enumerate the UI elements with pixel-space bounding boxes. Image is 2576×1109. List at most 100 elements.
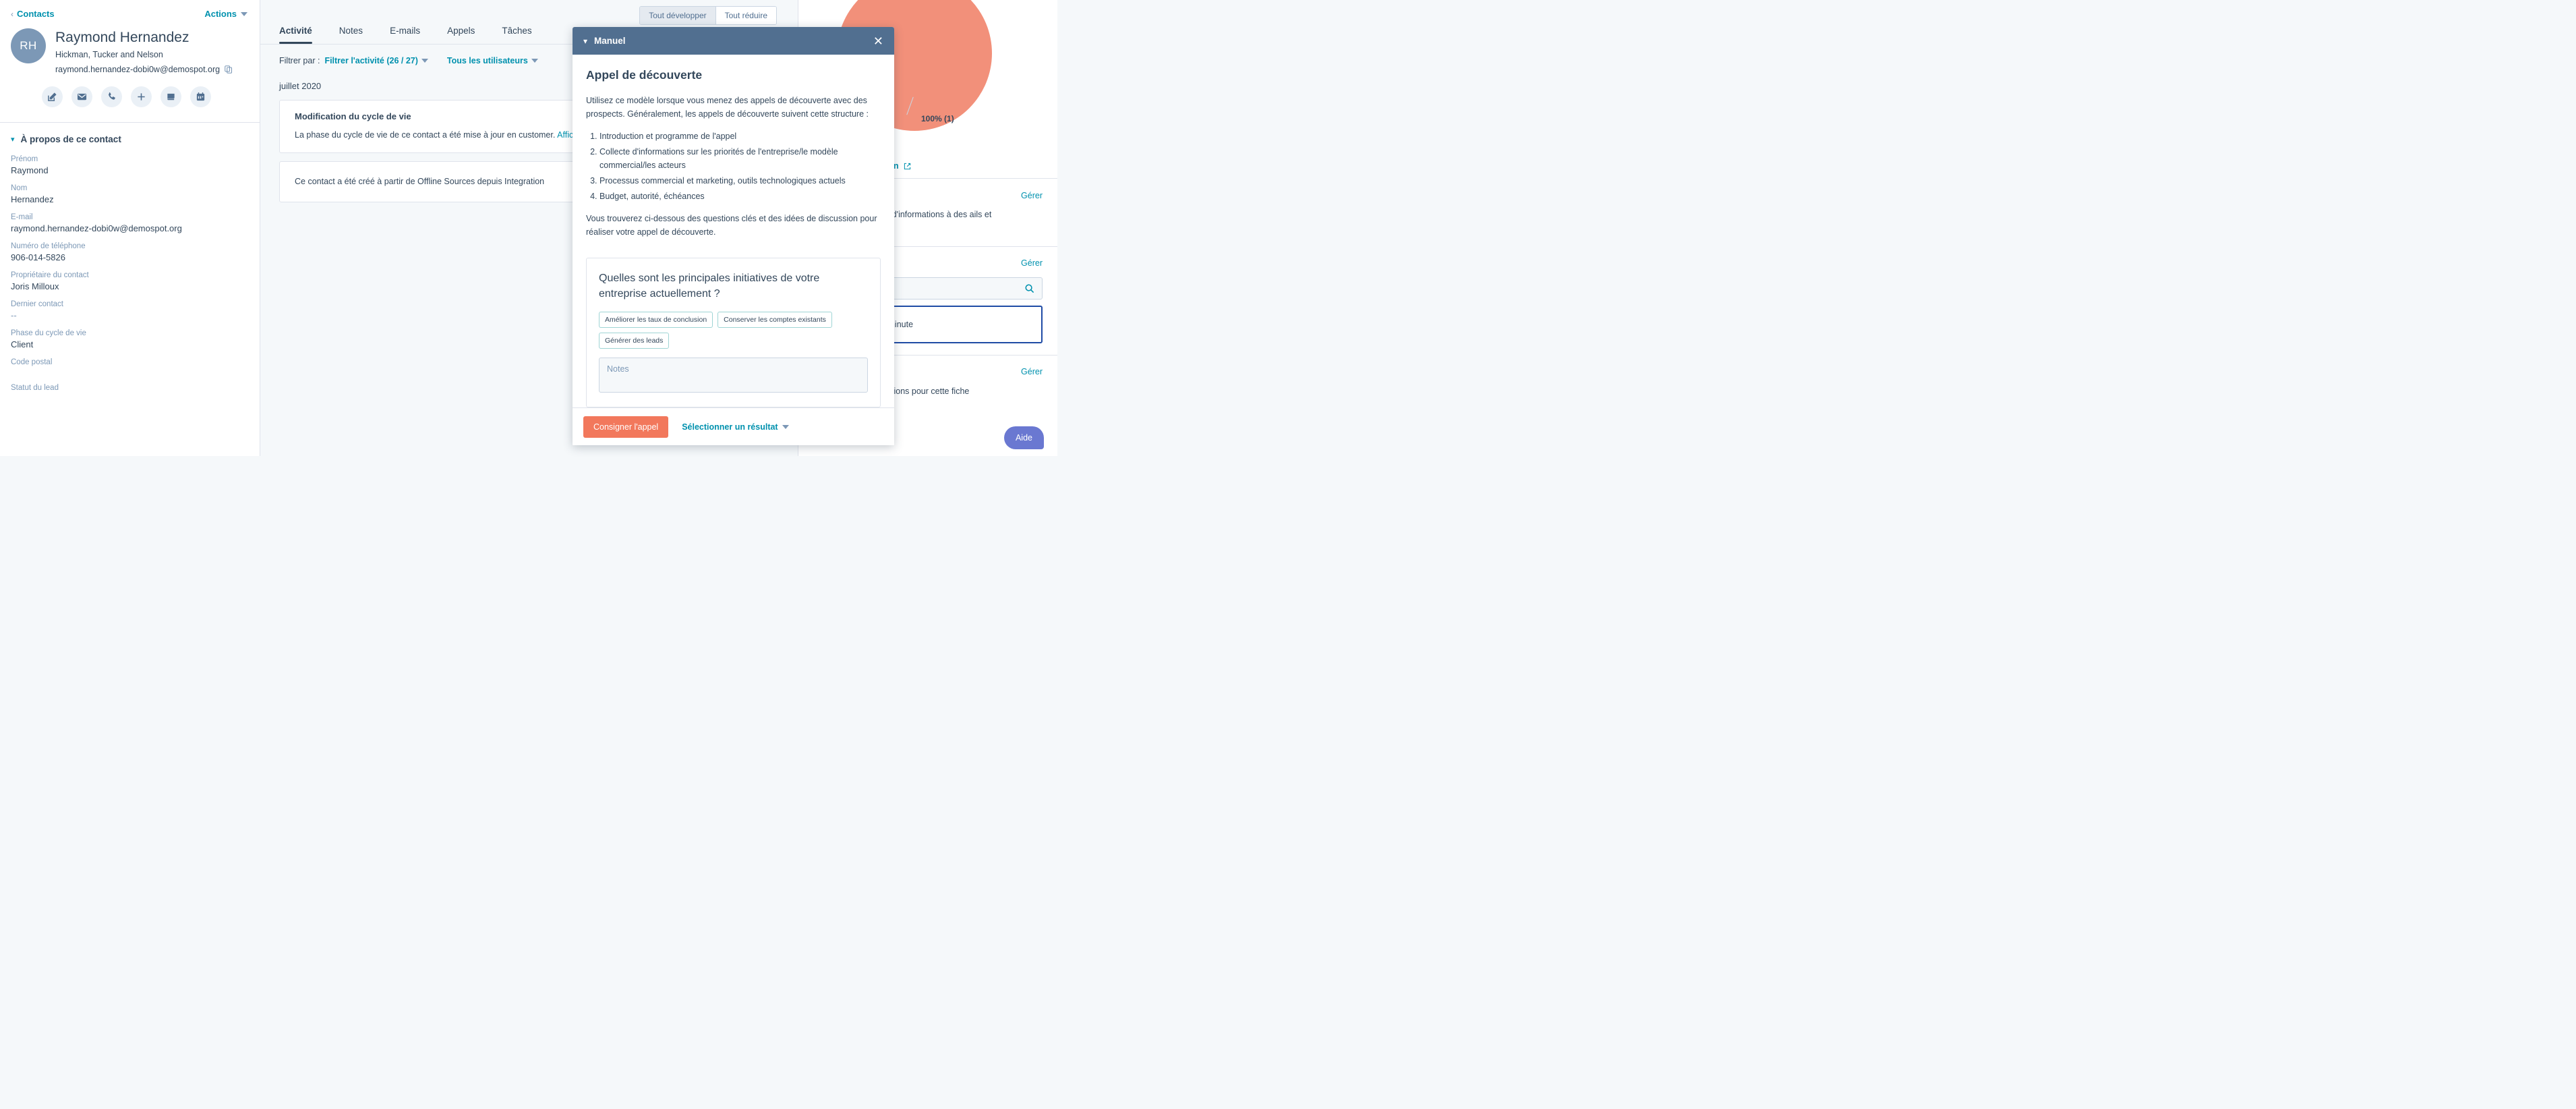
modal-collapse-toggle[interactable]: ▾ Manuel — [583, 36, 626, 46]
property-item: Statut du lead — [11, 384, 249, 392]
filter-users-label: Tous les utilisateurs — [446, 56, 528, 65]
property-label: Statut du lead — [11, 384, 59, 393]
tab-taches[interactable]: Tâches — [488, 26, 545, 44]
notes-textarea[interactable] — [599, 358, 868, 393]
property-label: Prénom — [11, 155, 38, 164]
meeting-icon[interactable] — [190, 86, 211, 108]
plus-icon[interactable] — [131, 86, 152, 108]
property-value[interactable]: Client — [11, 339, 249, 349]
contact-company: Hickman, Tucker and Nelson — [55, 50, 163, 60]
manage-professional-link[interactable]: Gérer — [1021, 258, 1043, 268]
property-item: Code postal — [11, 358, 249, 366]
answer-chips: Améliorer les taux de conclusion Conserv… — [599, 312, 868, 349]
chevron-left-icon: ‹ — [11, 9, 13, 19]
answer-chip[interactable]: Conserver les comptes existants — [718, 312, 832, 329]
modal-header: ▾ Manuel ✕ — [573, 27, 894, 55]
property-label: Dernier contact — [11, 300, 63, 309]
breadcrumb-contacts-link[interactable]: ‹ Contacts — [11, 9, 55, 19]
filter-prefix-label: Filtrer par : — [279, 56, 320, 65]
modal-heading: Appel de découverte — [586, 68, 703, 82]
property-item: Propriétaire du contact Joris Milloux — [11, 271, 249, 291]
modal-intro-text: Utilisez ce modèle lorsque vous menez de… — [586, 96, 869, 119]
property-value[interactable]: Joris Milloux — [11, 281, 249, 291]
modal-outro-text: Vous trouverez ci-dessous des questions … — [586, 214, 877, 237]
property-label: Code postal — [11, 358, 53, 367]
copy-icon[interactable] — [225, 65, 233, 74]
modal-step-item: Budget, autorité, échéances — [599, 190, 881, 203]
property-label: Nom — [11, 184, 28, 193]
actions-dropdown[interactable]: Actions — [204, 9, 247, 19]
property-value[interactable]: Raymond — [11, 165, 249, 175]
chevron-down-icon — [421, 59, 428, 63]
actions-label: Actions — [204, 9, 237, 19]
contact-email: raymond.hernandez-dobi0w@demospot.org — [55, 65, 221, 75]
email-icon[interactable] — [71, 86, 92, 108]
contact-action-icons — [0, 74, 260, 108]
help-button[interactable]: Aide — [1003, 426, 1044, 449]
chevron-down-icon — [782, 424, 789, 429]
note-icon[interactable] — [42, 86, 63, 108]
modal-header-title: Manuel — [594, 36, 626, 46]
modal-step-item: Processus commercial et marketing, outil… — [599, 174, 881, 188]
answer-chip[interactable]: Générer des leads — [599, 333, 670, 349]
property-item: Dernier contact -- — [11, 300, 249, 320]
filter-activity-dropdown[interactable]: Filtrer l'activité (26 / 27) — [324, 56, 428, 65]
property-item: Phase du cycle de vie Client — [11, 329, 249, 349]
log-icon[interactable] — [160, 86, 181, 108]
breadcrumb-label: Contacts — [17, 9, 55, 19]
external-link-icon — [904, 163, 911, 170]
activity-card-body: La phase du cycle de vie de ce contact a… — [295, 130, 556, 140]
about-section-title: À propos de ce contact — [20, 134, 121, 145]
property-item: E-mail raymond.hernandez-dobi0w@demospot… — [11, 213, 249, 233]
property-item: Nom Hernandez — [11, 184, 249, 204]
log-call-button[interactable]: Consigner l'appel — [583, 416, 669, 438]
chevron-down-icon — [241, 11, 247, 16]
chevron-down-icon — [531, 59, 538, 63]
select-outcome-dropdown[interactable]: Sélectionner un résultat — [682, 422, 789, 432]
close-icon[interactable]: ✕ — [873, 35, 883, 47]
property-label: E-mail — [11, 213, 33, 222]
property-label: Numéro de téléphone — [11, 242, 86, 251]
modal-footer: Consigner l'appel Sélectionner un résult… — [573, 407, 894, 445]
property-label: Propriétaire du contact — [11, 271, 89, 280]
expand-collapse-toggle: Tout développer Tout réduire — [639, 6, 777, 25]
filter-users-dropdown[interactable]: Tous les utilisateurs — [447, 56, 538, 65]
manage-workflow-link[interactable]: Gérer — [1021, 367, 1043, 376]
question-text: Quelles sont les principales initiatives… — [599, 273, 820, 300]
call-template-modal: ▾ Manuel ✕ Appel de découverte Utilisez … — [573, 27, 894, 445]
tab-emails[interactable]: E-mails — [376, 26, 434, 44]
tab-notes[interactable]: Notes — [326, 26, 376, 44]
collapse-all-button[interactable]: Tout réduire — [715, 7, 776, 24]
modal-steps-list: Introduction et programme de l'appel Col… — [599, 130, 881, 203]
call-icon[interactable] — [101, 86, 122, 108]
expand-all-button[interactable]: Tout développer — [640, 7, 715, 24]
modal-step-item: Introduction et programme de l'appel — [599, 130, 881, 143]
property-value[interactable]: 906-014-5826 — [11, 252, 249, 262]
answer-chip[interactable]: Améliorer les taux de conclusion — [599, 312, 713, 329]
chevron-down-icon: ▾ — [11, 136, 15, 144]
property-list: Prénom Raymond Nom Hernandez E-mail raym… — [0, 144, 260, 392]
donut-label: 100% (1) — [921, 114, 954, 123]
question-card: Quelles sont les principales initiatives… — [586, 258, 881, 407]
contact-header: RH Raymond Hernandez Hickman, Tucker and… — [0, 19, 260, 74]
filter-activity-label: Filtrer l'activité (26 / 27) — [324, 56, 418, 65]
property-label: Phase du cycle de vie — [11, 329, 86, 338]
chevron-down-icon: ▾ — [583, 36, 588, 46]
modal-body: Appel de découverte Utilisez ce modèle l… — [573, 55, 894, 407]
property-value[interactable]: -- — [11, 310, 249, 320]
manage-lists-link[interactable]: Gérer — [1021, 191, 1043, 200]
property-item: Numéro de téléphone 906-014-5826 — [11, 242, 249, 262]
avatar: RH — [11, 28, 46, 63]
contact-record-page: ‹ Contacts Actions RH Raymond Hernandez … — [0, 0, 1057, 456]
left-sidebar: ‹ Contacts Actions RH Raymond Hernandez … — [0, 0, 260, 456]
tab-appels[interactable]: Appels — [434, 26, 488, 44]
tab-activite[interactable]: Activité — [279, 26, 326, 44]
about-section-header[interactable]: ▾ À propos de ce contact — [0, 123, 260, 144]
search-icon — [1024, 283, 1034, 293]
property-value[interactable]: Hernandez — [11, 194, 249, 204]
property-item: Prénom Raymond — [11, 155, 249, 175]
contact-name: Raymond Hernandez — [55, 30, 189, 45]
select-outcome-label: Sélectionner un résultat — [682, 422, 778, 432]
property-value[interactable]: raymond.hernandez-dobi0w@demospot.org — [11, 223, 249, 233]
modal-step-item: Collecte d'informations sur les priorité… — [599, 145, 881, 172]
